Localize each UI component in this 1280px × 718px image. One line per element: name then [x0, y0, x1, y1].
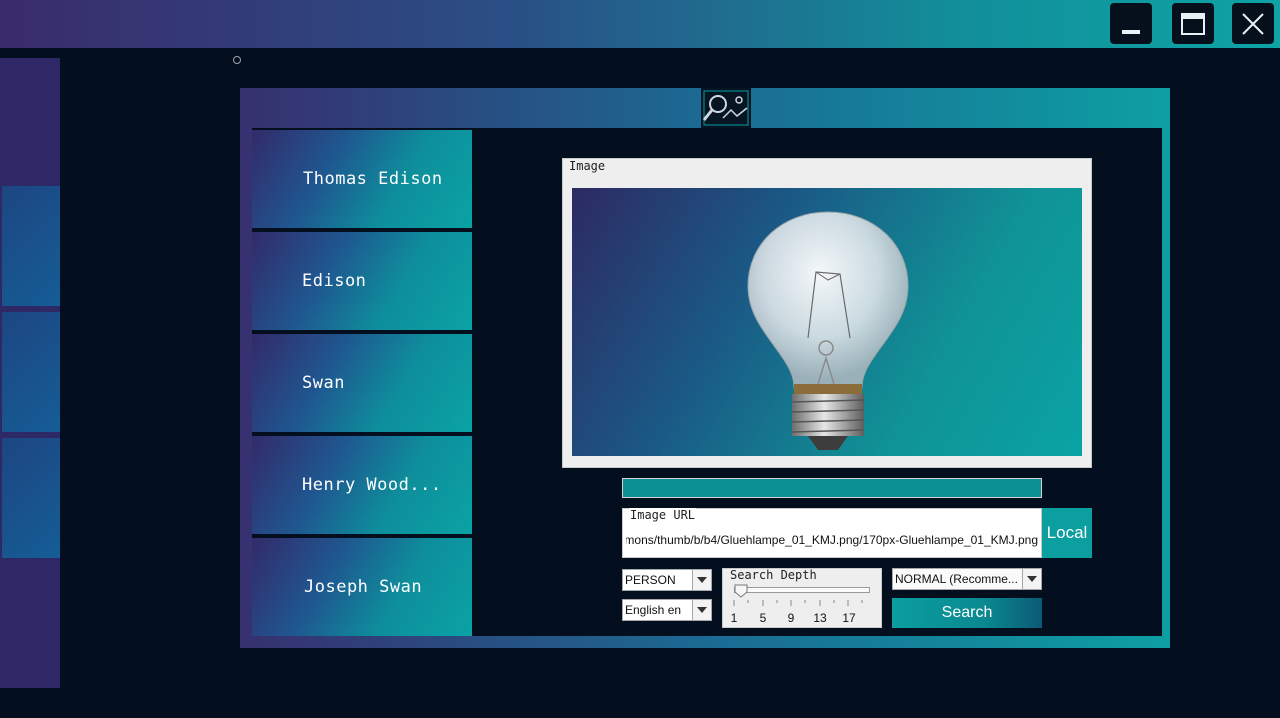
result-item-label: Swan [302, 373, 345, 393]
result-item-label: Henry Wood... [302, 475, 442, 495]
result-item-label: Thomas Edison [303, 169, 443, 189]
tick-label: 17 [842, 611, 856, 625]
close-button[interactable] [1232, 3, 1274, 44]
search-depth-slider-thumb[interactable] [734, 583, 748, 598]
language-value: English en [625, 603, 682, 617]
search-depth-ticks [733, 600, 863, 606]
result-item-henry-wood[interactable]: Henry Wood... [252, 436, 472, 534]
image-group-label: Image [569, 159, 606, 173]
minimize-button[interactable] [1110, 3, 1152, 44]
nav-tile[interactable] [2, 438, 60, 558]
tick-label: 13 [813, 611, 827, 625]
minimize-icon [1122, 29, 1140, 34]
chevron-down-icon [692, 570, 711, 590]
maximize-icon [1181, 12, 1205, 35]
chevron-down-icon [1022, 569, 1041, 589]
result-item-thomas-edison[interactable]: Thomas Edison [252, 130, 472, 228]
result-item-joseph-swan[interactable]: Joseph Swan [252, 538, 472, 636]
close-icon [1242, 12, 1264, 35]
search-button[interactable]: Search [892, 598, 1042, 628]
lightbulb-image [747, 211, 909, 450]
search-depth-label: Search Depth [730, 568, 817, 582]
entity-type-select[interactable]: PERSON [622, 569, 712, 591]
title-bar [0, 0, 1280, 48]
nav-tile[interactable] [2, 312, 60, 432]
result-item-edison[interactable]: Edison [252, 232, 472, 330]
search-depth-track[interactable] [734, 587, 870, 593]
result-item-label: Edison [302, 271, 367, 291]
entity-type-value: PERSON [625, 573, 676, 587]
language-select[interactable]: English en [622, 599, 712, 621]
tick-label: 9 [787, 611, 795, 625]
tick-label: 5 [759, 611, 767, 625]
maximize-button[interactable] [1172, 3, 1214, 44]
image-preview [572, 188, 1082, 456]
image-search-logo-icon [701, 88, 751, 128]
image-url-label: Image URL [629, 508, 697, 522]
local-button[interactable]: Local [1042, 508, 1092, 558]
result-item-label: Joseph Swan [304, 577, 423, 597]
nav-tile[interactable] [2, 186, 60, 306]
progress-bar [622, 478, 1042, 498]
image-url-input[interactable]: https://upload.wikimedia.org/wikipedia/c… [626, 530, 1038, 550]
mode-value: NORMAL (Recomme... [895, 572, 1018, 586]
status-dot [233, 56, 241, 64]
result-item-swan[interactable]: Swan [252, 334, 472, 432]
chevron-down-icon [692, 600, 711, 620]
tick-label: 1 [730, 611, 738, 625]
mode-select[interactable]: NORMAL (Recomme... [892, 568, 1042, 590]
